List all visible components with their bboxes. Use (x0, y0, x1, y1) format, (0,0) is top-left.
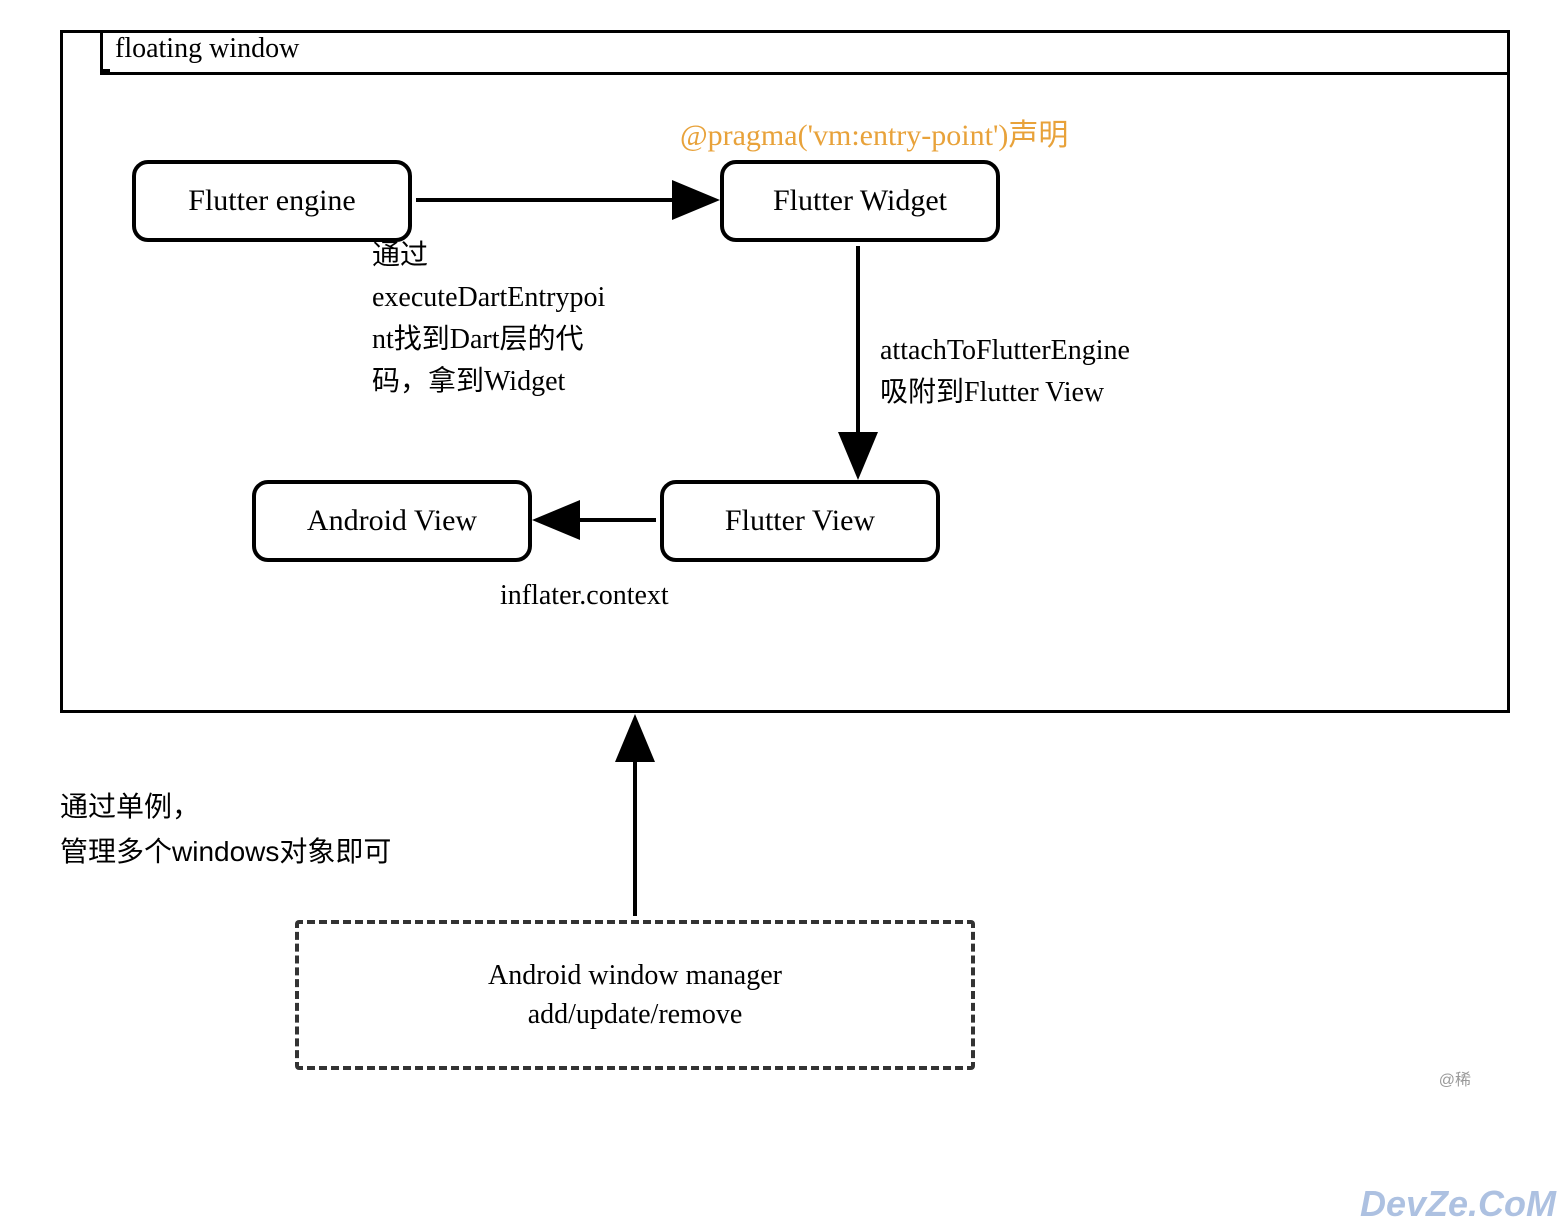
edge-label-line2: 吸附到Flutter View (880, 372, 1130, 414)
android-window-manager-node: Android window manager add/update/remove (295, 920, 975, 1070)
pragma-annotation: @pragma('vm:entry-point')声明 (680, 110, 1068, 154)
edge-label-fview-aview: inflater.context (500, 575, 669, 617)
watermark-logo: DevZe.CoM (1360, 1183, 1556, 1225)
node-label: Flutter Widget (773, 184, 947, 218)
android-view-node: Android View (252, 480, 532, 562)
node-label: Flutter engine (188, 184, 355, 218)
node-label-line2: add/update/remove (528, 995, 743, 1034)
flutter-widget-node: Flutter Widget (720, 160, 1000, 242)
singleton-note: 通过单例， 管理多个windows对象即可 (60, 785, 391, 875)
edge-label-engine-widget: 通过 executeDartEntrypoi nt找到Dart层的代 码，拿到W… (372, 235, 692, 403)
edge-label-line1: attachToFlutterEngine (880, 330, 1130, 372)
flutter-engine-node: Flutter engine (132, 160, 412, 242)
edge-label-widget-fview: attachToFlutterEngine 吸附到Flutter View (880, 330, 1130, 414)
frame-title-underline (100, 72, 1510, 75)
node-label-line1: Android window manager (488, 956, 782, 995)
watermark-small: @稀 (1439, 1066, 1471, 1090)
frame-corner (100, 30, 110, 72)
frame-title: floating window (115, 33, 299, 65)
node-label: Flutter View (725, 504, 875, 538)
node-label: Android View (307, 504, 477, 538)
flutter-view-node: Flutter View (660, 480, 940, 562)
